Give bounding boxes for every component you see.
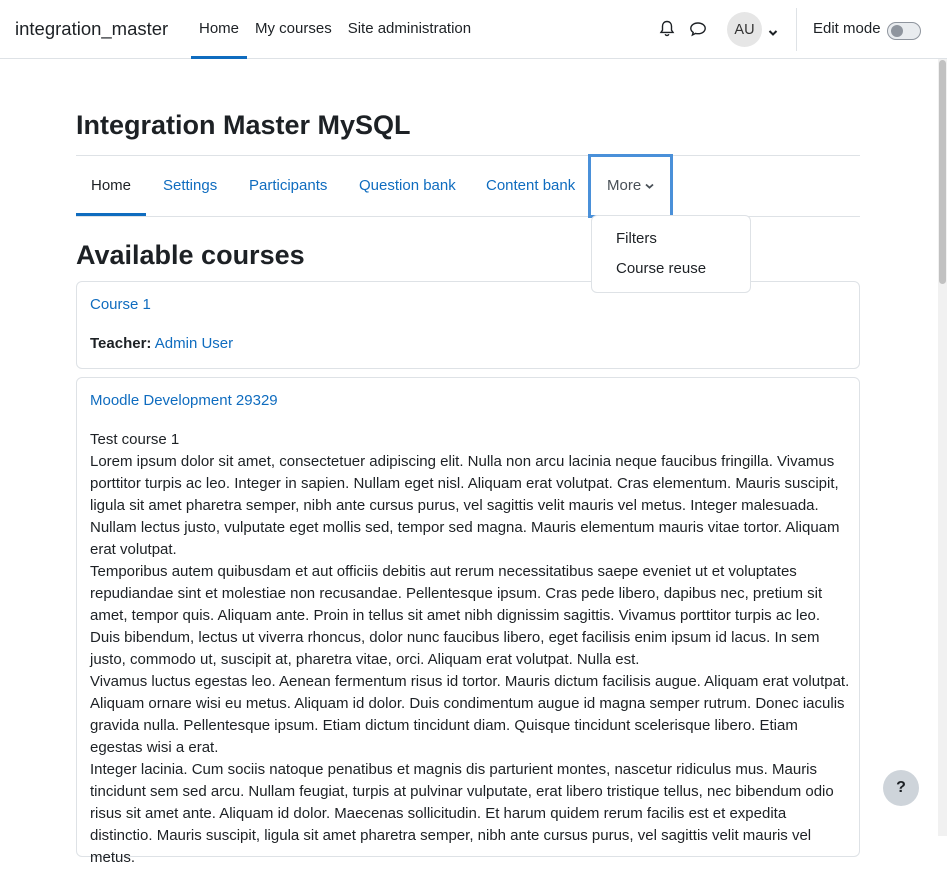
help-button[interactable]: ? <box>883 770 919 806</box>
bell-icon[interactable] <box>657 18 677 40</box>
nav-item-my-courses[interactable]: My courses <box>247 0 340 59</box>
summary-paragraph: Integer lacinia. Cum sociis natoque pena… <box>90 761 834 866</box>
top-navbar: integration_master Home My courses Site … <box>0 0 947 59</box>
user-avatar[interactable]: AU <box>727 12 762 47</box>
more-label: More <box>607 177 642 194</box>
navbar-divider <box>796 8 797 51</box>
summary-paragraph: Lorem ipsum dolor sit amet, consectetuer… <box>90 453 840 558</box>
page-title: Integration Master MySQL <box>76 110 411 140</box>
summary-paragraph: Test course 1 <box>90 431 180 448</box>
nav-item-site-administration[interactable]: Site administration <box>340 0 479 59</box>
course-link[interactable]: Moodle Development 29329 <box>90 392 278 409</box>
chevron-down-icon <box>645 177 654 194</box>
page-scrollbar[interactable] <box>938 59 947 836</box>
teacher-link[interactable]: Admin User <box>155 335 233 352</box>
tab-question-bank[interactable]: Question bank <box>359 156 456 216</box>
summary-paragraph: Vivamus luctus egestas leo. Aenean ferme… <box>90 673 850 756</box>
teacher-label: Teacher: <box>90 335 152 352</box>
secondary-navigation: Home Settings Participants Question bank… <box>76 154 860 218</box>
more-menu-button[interactable]: More <box>588 154 673 218</box>
available-courses-heading: Available courses <box>76 240 305 270</box>
tab-participants[interactable]: Participants <box>249 156 327 216</box>
menu-item-course-reuse[interactable]: Course reuse <box>592 254 750 284</box>
chevron-down-icon[interactable] <box>768 24 778 41</box>
primary-navigation: Home My courses Site administration <box>191 0 479 59</box>
course-card: Moodle Development 29329 Test course 1 L… <box>76 377 860 866</box>
more-dropdown-menu: Filters Course reuse <box>591 215 751 293</box>
toggle-knob <box>891 25 903 37</box>
chat-bubble-icon[interactable] <box>688 18 708 40</box>
edit-mode-label: Edit mode <box>813 20 881 37</box>
course-teacher: Teacher: Admin User <box>90 335 233 352</box>
nav-item-home[interactable]: Home <box>191 0 248 59</box>
tab-home[interactable]: Home <box>76 156 147 216</box>
menu-item-filters[interactable]: Filters <box>592 224 750 254</box>
summary-paragraph: Temporibus autem quibusdam et aut offici… <box>90 563 823 668</box>
course-summary: Test course 1 Lorem ipsum dolor sit amet… <box>90 429 850 869</box>
site-brand[interactable]: integration_master <box>15 18 168 40</box>
scrollbar-thumb[interactable] <box>939 60 946 284</box>
tab-content-bank[interactable]: Content bank <box>486 156 575 216</box>
course-card: Course 1 Teacher: Admin User <box>76 281 860 369</box>
tab-settings[interactable]: Settings <box>163 156 217 216</box>
edit-mode-toggle[interactable] <box>887 22 921 40</box>
course-link[interactable]: Course 1 <box>90 296 151 313</box>
